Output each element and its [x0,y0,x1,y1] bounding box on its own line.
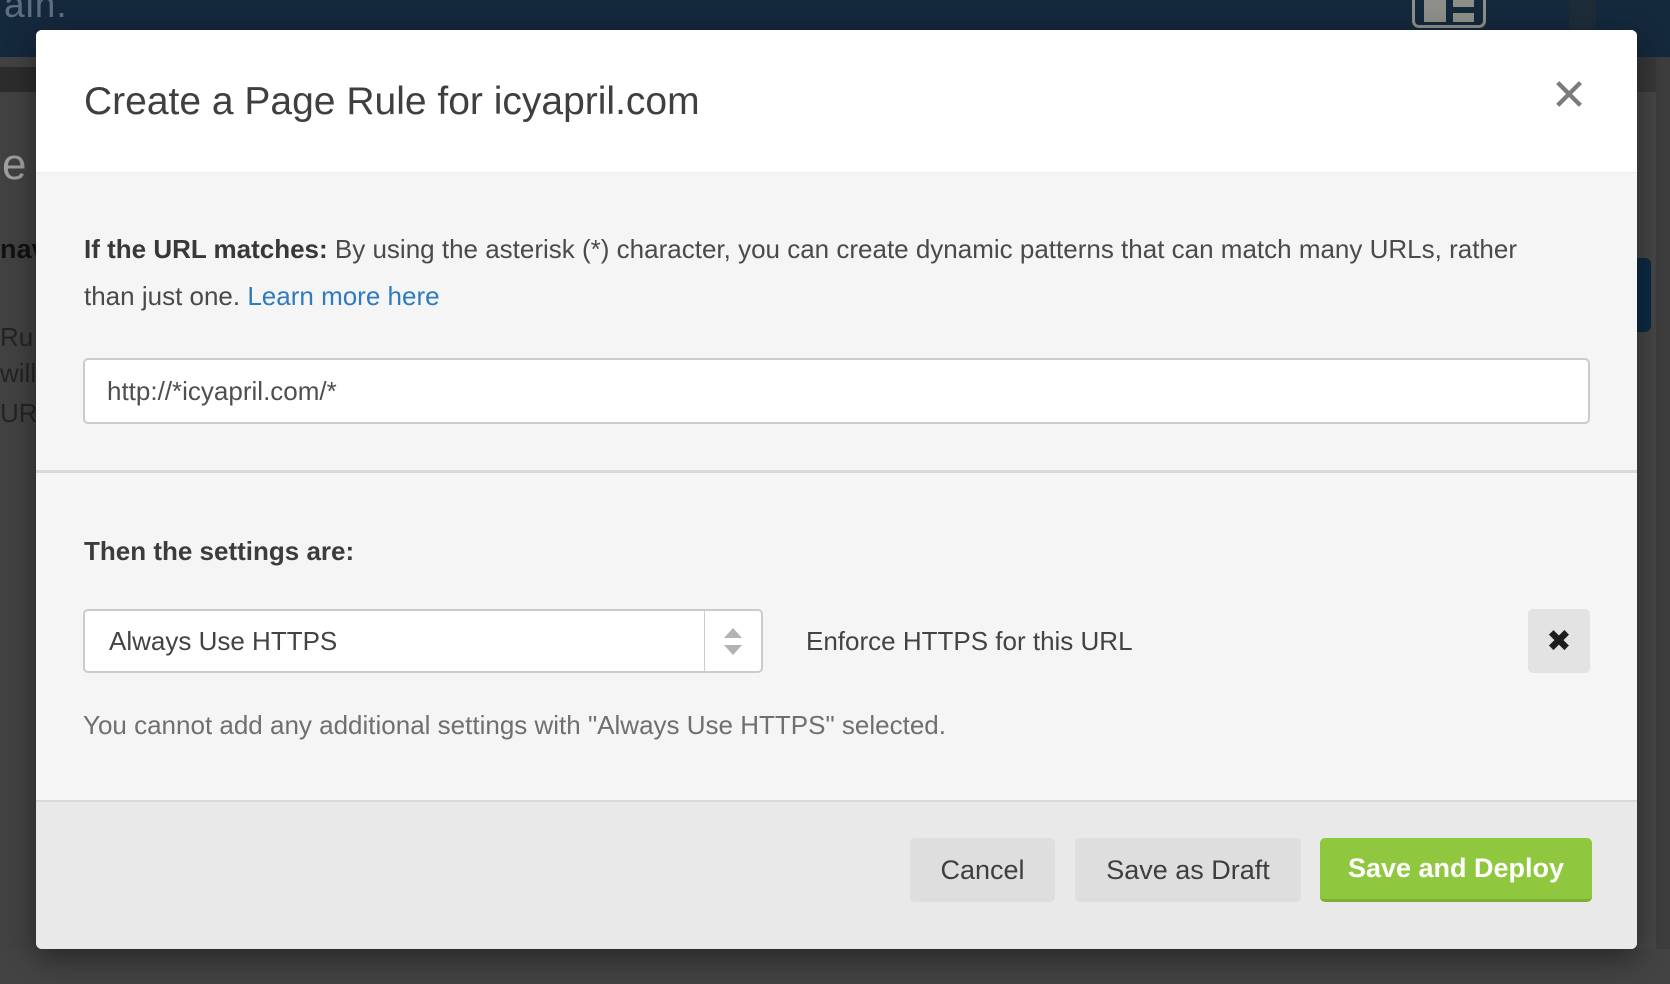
dashboard-partial-control [1569,0,1596,30]
dashboard-left-edge [0,57,36,984]
url-match-description: If the URL matches: By using the asteris… [84,226,1559,320]
learn-more-link[interactable]: Learn more here [247,281,439,311]
save-as-draft-button[interactable]: Save as Draft [1075,838,1301,902]
setting-description: Enforce HTTPS for this URL [806,609,1133,673]
modal-title: Create a Page Rule for icyapril.com [84,80,700,124]
layout-view-icon-bars [1453,0,1474,22]
url-pattern-input[interactable] [83,358,1590,424]
dashboard-bottom-edge [0,949,1670,984]
select-stepper-icon[interactable] [704,611,761,671]
cancel-button[interactable]: Cancel [910,838,1055,902]
dashboard-right-column [1656,57,1670,984]
dashboard-partial-heading: ain. [4,0,68,26]
save-and-deploy-button[interactable]: Save and Deploy [1320,838,1592,902]
dashboard-partial-text: e [2,140,26,190]
dashboard-partial-text: will [0,358,36,389]
dashboard-left-band [0,67,36,92]
settings-heading: Then the settings are: [84,536,354,567]
setting-row: Always Use HTTPS Enforce HTTPS for this … [36,609,1637,673]
create-page-rule-modal: Create a Page Rule for icyapril.com ✕ If… [36,30,1637,949]
dashboard-partial-text: Ru [0,322,33,353]
section-divider [36,470,1637,473]
stepper-up-icon [724,628,742,638]
layout-view-icon-square [1424,0,1446,22]
close-icon[interactable]: ✕ [1545,72,1593,120]
remove-setting-button[interactable]: ✖ [1528,609,1590,673]
screen: ain. e nav Ru will UR Create a Page Rule… [0,0,1670,984]
stepper-down-icon [724,645,742,655]
layout-view-icon [1412,0,1486,28]
setting-helper-text: You cannot add any additional settings w… [83,710,946,741]
modal-header: Create a Page Rule for icyapril.com ✕ [36,30,1637,173]
setting-select-value: Always Use HTTPS [109,611,337,671]
dashboard-partial-text: UR [0,398,38,429]
dashboard-partial-blue-button [1637,258,1651,332]
setting-select[interactable]: Always Use HTTPS [83,609,763,673]
url-match-label: If the URL matches: [84,234,328,264]
modal-footer: Cancel Save as Draft Save and Deploy [36,800,1637,949]
